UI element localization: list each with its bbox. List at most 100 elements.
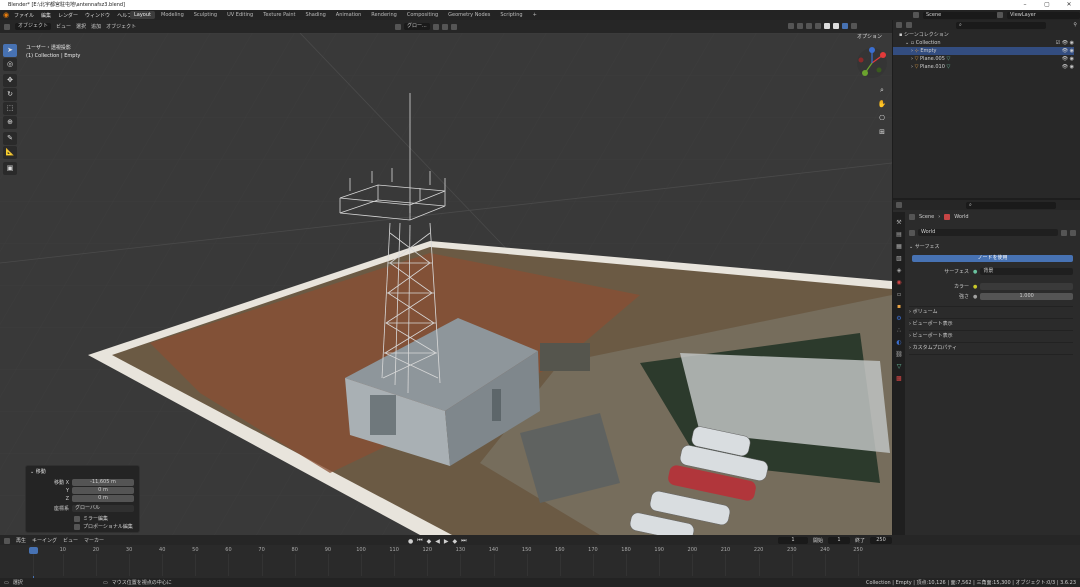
display-mode-icon[interactable] [906,22,912,28]
viewport-menu-select[interactable]: 選択 [76,23,86,30]
move-y-field[interactable]: 0 m [72,487,134,494]
tab-rendering[interactable]: Rendering [367,11,401,19]
shading-rendered-icon[interactable] [851,23,857,29]
outliner-item-empty[interactable]: › ⊹ Empty 👁 ◉ [893,47,1074,55]
viewport-menu-view[interactable]: ビュー [56,23,71,30]
snap-icon[interactable] [441,23,448,30]
tab-modeling[interactable]: Modeling [157,11,188,19]
zoom-icon[interactable]: ⌕ [876,83,888,97]
transform-orientation[interactable]: グロー... [404,23,430,30]
visibility-icon[interactable] [788,23,794,29]
viewport-menu-object[interactable]: オブジェクト [106,23,136,30]
timeline-menu-view[interactable]: ビュー [63,537,78,544]
close-icon[interactable]: ✕ [1058,0,1080,10]
constraints-tab-icon[interactable]: ⛓ [895,349,903,361]
shading-wireframe-icon[interactable] [824,23,830,29]
gizmo-icon[interactable] [797,23,803,29]
mode-selector[interactable]: オブジェクト [15,23,52,30]
end-frame-field[interactable]: 250 [870,537,893,544]
scene-selector[interactable]: Scene [913,10,997,20]
minimize-icon[interactable]: – [1014,0,1036,10]
blender-logo-icon[interactable]: ◉ [3,12,11,19]
options-button[interactable]: オプション [857,33,882,40]
view-layer-tab-icon[interactable]: ▧ [895,253,903,265]
next-key-icon[interactable]: ◆ [453,538,458,545]
cursor-tool-icon[interactable]: ◎ [3,58,17,71]
output-tab-icon[interactable]: ▦ [895,241,903,253]
collection-row[interactable]: ⌄ ▫ Collection ☑ 👁 ◉ [899,39,1074,47]
tab-texture-paint[interactable]: Texture Paint [259,11,299,19]
mirror-checkbox[interactable] [74,515,80,522]
custom-properties-panel-header[interactable]: › カスタムプロパティ [909,342,1073,355]
play-icon[interactable]: ▶ [444,538,449,545]
new-world-icon[interactable] [1070,229,1076,236]
timeline-area[interactable]: 1102030405060708090100110120130140150160… [0,545,1080,578]
data-tab-icon[interactable]: ▽ [895,361,903,373]
menu-window[interactable]: ウィンドウ [85,12,110,19]
measure-tool-icon[interactable]: 📐 [3,146,17,159]
world-tab-icon[interactable]: ◉ [895,277,903,289]
op-panel-title[interactable]: ⌄ 移動 [26,466,139,477]
properties-search-input[interactable]: ⌕ [966,201,1056,209]
tab-geometry-nodes[interactable]: Geometry Nodes [444,11,494,19]
prev-key-icon[interactable]: ◆ [427,538,432,545]
tool-tab-icon[interactable]: ⚒ [895,217,903,229]
3d-viewport[interactable]: ユーザー・透視投影 (1) Collection | Empty オプション ⌕… [0,33,892,535]
outliner-item-plane010[interactable]: › ▽ Plane.010 ▽ 👁 ◉ [899,63,1074,71]
move-tool-icon[interactable]: ✥ [3,74,17,87]
tab-sculpting[interactable]: Sculpting [190,11,221,19]
tab-animation[interactable]: Animation [332,11,366,19]
particles-tab-icon[interactable]: ∴ [895,325,903,337]
proportional-checkbox[interactable] [74,523,80,530]
menu-edit[interactable]: 編集 [41,12,51,19]
scale-tool-icon[interactable]: ⬚ [3,102,17,115]
collection-tab-icon[interactable]: ▫ [895,289,903,301]
editor-type-icon[interactable] [4,23,10,30]
grid-view-icon[interactable]: ⊞ [876,125,888,139]
properties-editor-icon[interactable] [896,202,902,208]
scene-collection-label[interactable]: ▪ シーンコレクション [899,31,1074,39]
proportional-edit-icon[interactable] [450,23,457,30]
color-swatch[interactable] [980,283,1073,290]
view-layer-selector[interactable]: ViewLayer [997,10,1080,20]
outliner-editor-icon[interactable] [896,22,902,28]
tab-shading[interactable]: Shading [301,11,329,19]
outliner-search-input[interactable]: ⌕ [956,21,1046,29]
shading-solid-icon[interactable] [833,23,839,29]
play-reverse-icon[interactable]: ◀ [435,538,440,545]
navigation-gizmo[interactable] [855,46,889,80]
overlay-icon[interactable] [806,23,812,29]
xray-icon[interactable] [815,23,821,29]
use-nodes-button[interactable]: ノードを使用 [912,255,1073,262]
tab-layout[interactable]: Layout [130,11,155,19]
viewport-menu-add[interactable]: 追加 [91,23,101,30]
timeline-editor-icon[interactable] [4,537,10,544]
viewport-display-panel-header[interactable]: › ビューポート表示 [909,318,1073,330]
start-frame-field[interactable]: 1 [828,537,851,544]
playhead[interactable] [29,547,38,554]
menu-file[interactable]: ファイル [14,12,34,19]
shading-material-icon[interactable] [842,23,848,29]
annotate-tool-icon[interactable]: ✎ [3,132,17,145]
add-cube-tool-icon[interactable]: ▣ [3,162,17,175]
strength-field[interactable]: 1.000 [980,293,1073,300]
filter-icon[interactable]: ⚲ [1073,22,1077,28]
menu-render[interactable]: レンダー [58,12,78,19]
outliner-item-plane005[interactable]: › ▽ Plane.005 ▽ 👁 ◉ [899,55,1074,63]
world-datablock-name[interactable]: World [918,229,1058,236]
move-z-field[interactable]: 0 m [72,495,134,502]
breadcrumb-scene[interactable]: Scene [919,214,934,220]
tab-scripting[interactable]: Scripting [496,11,526,19]
view-layer-name[interactable]: ViewLayer [1007,11,1080,19]
rotate-tool-icon[interactable]: ↻ [3,88,17,101]
pan-hand-icon[interactable]: ✋ [876,97,888,111]
transform-tool-icon[interactable]: ⊕ [3,116,17,129]
surface-dropdown[interactable]: 背景 [980,268,1073,275]
object-tab-icon[interactable]: ▪ [895,301,903,313]
jump-end-icon[interactable]: ⏭ [461,537,466,545]
timeline-menu-playback[interactable]: 再生 [16,537,26,544]
orientation-dropdown[interactable]: グローバル [72,505,134,512]
surface-panel-header[interactable]: ⌄ サーフェス [909,243,939,250]
viewport-display2-panel-header[interactable]: › ビューポート表示 [909,330,1073,342]
select-tool-icon[interactable]: ➤ [3,44,17,57]
